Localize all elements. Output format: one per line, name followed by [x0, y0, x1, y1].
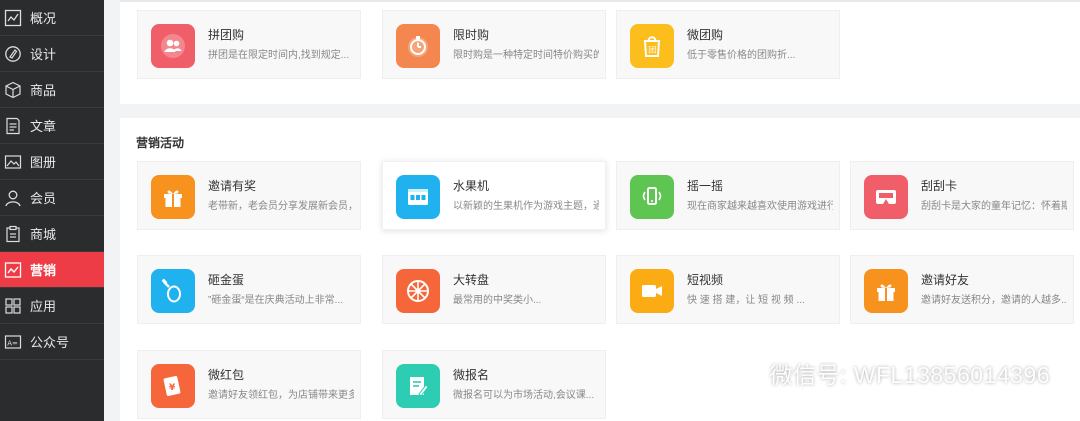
svg-text:¥: ¥ [169, 383, 176, 393]
sidebar-item-label: 商品 [30, 83, 57, 98]
sidebar: 概况 设计 商品 文章 图册 会员 商城 营销 应用 A= 公众号 [0, 0, 104, 421]
card-description: 老带新，老会员分享发展新会员，双 [208, 201, 354, 212]
watermark: 微信号: WFL13856014396 [723, 355, 1050, 391]
svg-text:团: 团 [648, 46, 656, 55]
scratch-card-icon [864, 175, 908, 219]
sidebar-item-design[interactable]: 设计 [0, 36, 104, 72]
chart-icon [4, 9, 22, 27]
card-title: 限时购 [453, 28, 490, 42]
sidebar-item-mall[interactable]: 商城 [0, 216, 104, 252]
group-icon [151, 24, 195, 68]
article-icon [4, 117, 22, 135]
cube-icon [4, 81, 22, 99]
card-micro-group-buy[interactable]: 团 微团购 低于零售价格的团购折... [616, 10, 840, 79]
section-title: 营销活动 [136, 136, 185, 150]
sidebar-item-articles[interactable]: 文章 [0, 108, 104, 144]
card-title: 微团购 [687, 28, 724, 42]
card-description: 邀请好友送积分，邀请的人越多... [921, 295, 1067, 306]
card-title: 大转盘 [453, 273, 490, 287]
card-title: 微红包 [208, 368, 245, 382]
sidebar-item-label: 概况 [30, 11, 57, 26]
sidebar-item-members[interactable]: 会员 [0, 180, 104, 216]
hammer-egg-icon [151, 269, 195, 313]
card-title: 拼团购 [208, 28, 245, 42]
shake-phone-icon [630, 175, 674, 219]
sidebar-item-marketing[interactable]: 营销 [0, 252, 104, 288]
sidebar-item-label: 商城 [30, 227, 57, 242]
design-icon [4, 45, 22, 63]
card-invite-reward[interactable]: 邀请有奖 老带新，老会员分享发展新会员，双 [137, 161, 361, 230]
card-description: 微报名可以为市场活动,会议课... [453, 390, 595, 401]
card-short-video[interactable]: 短视频 快 速 搭 建，让 短 视 频 ... [616, 255, 840, 324]
wechat-logo-icon [723, 355, 769, 391]
card-invite-friends[interactable]: 邀请好友 邀请好友送积分，邀请的人越多... [850, 255, 1074, 324]
shopping-bag-icon: 团 [630, 24, 674, 68]
sidebar-item-label: 文章 [30, 119, 57, 134]
card-big-wheel[interactable]: 大转盘 最常用的中奖类小... [382, 255, 606, 324]
image-icon [4, 153, 22, 171]
card-title: 刮刮卡 [921, 179, 958, 193]
sidebar-item-label: 营销 [30, 263, 57, 278]
card-title: 微报名 [453, 368, 490, 382]
sidebar-item-label: 图册 [30, 155, 57, 170]
clipboard-icon [4, 225, 22, 243]
sidebar-item-label: 应用 [30, 299, 57, 314]
card-title: 邀请好友 [921, 273, 970, 287]
sidebar-item-label: 会员 [30, 191, 57, 206]
apps-icon [4, 297, 22, 315]
watermark-text: 微信号: WFL13856014396 [769, 362, 1050, 388]
promotion-panel: 拼团购 拼团是在限定时间内,找到规定... 限时购 限时购是一种特定时间特价购买… [120, 0, 1080, 104]
signup-icon [396, 364, 440, 408]
card-smash-egg[interactable]: 砸金蛋 ”砸金蛋“是在庆典活动上非常... [137, 255, 361, 324]
card-signup[interactable]: 微报名 微报名可以为市场活动,会议课... [382, 350, 606, 419]
trend-icon [4, 261, 22, 279]
card-description: ”砸金蛋“是在庆典活动上非常... [208, 295, 343, 306]
wheel-icon [396, 269, 440, 313]
timer-icon [396, 24, 440, 68]
card-description: 限时购是一种特定时间特价购买的 [453, 50, 599, 61]
user-icon [4, 189, 22, 207]
sidebar-item-overview[interactable]: 概况 [0, 0, 104, 36]
card-title: 水果机 [453, 179, 490, 193]
card-title: 摇一摇 [687, 179, 724, 193]
card-description: 现在商家越来越喜欢使用游戏进行 [687, 201, 833, 212]
sidebar-item-label: 设计 [30, 47, 57, 62]
card-description: 快 速 搭 建，让 短 视 频 ... [687, 295, 805, 306]
video-icon [630, 269, 674, 313]
sidebar-item-label: 公众号 [30, 335, 70, 350]
card-fruit-machine[interactable]: 水果机 以新颖的生果机作为游戏主题，通 [382, 161, 606, 230]
card-red-packet[interactable]: ¥ 微红包 邀请好友领红包，为店铺带来更多流 [137, 350, 361, 419]
card-description: 低于零售价格的团购折... [687, 50, 796, 61]
sidebar-item-album[interactable]: 图册 [0, 144, 104, 180]
gift-icon [864, 269, 908, 313]
sidebar-item-official-account[interactable]: A= 公众号 [0, 324, 104, 360]
slot-machine-icon [396, 175, 440, 219]
card-title: 邀请有奖 [208, 179, 257, 193]
svg-text:A=: A= [7, 339, 18, 347]
gift-icon [151, 175, 195, 219]
card-shake[interactable]: 摇一摇 现在商家越来越喜欢使用游戏进行 [616, 161, 840, 230]
account-icon: A= [4, 333, 22, 351]
card-description: 刮刮卡是大家的童年记忆：怀着期 [921, 201, 1067, 212]
red-packet-icon: ¥ [151, 364, 195, 408]
card-description: 拼团是在限定时间内,找到规定... [208, 50, 350, 61]
card-description: 以新颖的生果机作为游戏主题，通 [453, 201, 599, 212]
card-description: 邀请好友领红包，为店铺带来更多流 [208, 390, 354, 401]
card-flash-sale[interactable]: 限时购 限时购是一种特定时间特价购买的 [382, 10, 606, 79]
card-title: 砸金蛋 [208, 273, 245, 287]
card-group-buy[interactable]: 拼团购 拼团是在限定时间内,找到规定... [137, 10, 361, 79]
card-title: 短视频 [687, 273, 724, 287]
card-description: 最常用的中奖类小... [453, 295, 542, 306]
sidebar-item-apps[interactable]: 应用 [0, 288, 104, 324]
card-scratch-card[interactable]: 刮刮卡 刮刮卡是大家的童年记忆：怀着期 [850, 161, 1074, 230]
sidebar-item-products[interactable]: 商品 [0, 72, 104, 108]
